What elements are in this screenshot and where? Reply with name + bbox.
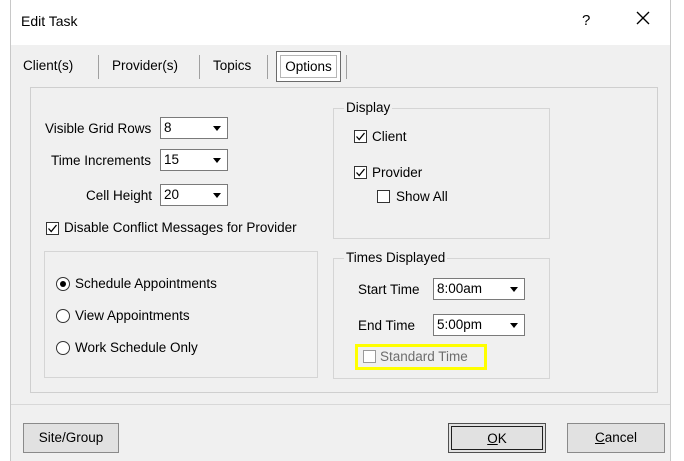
- end-time-value: 5:00pm: [437, 317, 483, 332]
- cell-height-select[interactable]: 20: [160, 184, 228, 206]
- ok-label-rest: K: [497, 431, 507, 446]
- chevron-down-icon: [213, 193, 221, 198]
- visible-grid-rows-value: 8: [164, 120, 172, 135]
- display-client-label: Client: [372, 129, 407, 144]
- radio-work-schedule-only-label: Work Schedule Only: [75, 340, 198, 355]
- disable-conflict-checkbox[interactable]: [46, 222, 59, 235]
- close-button[interactable]: [636, 11, 650, 25]
- radio-view-appointments-label: View Appointments: [75, 308, 190, 323]
- show-all-label: Show All: [396, 189, 448, 204]
- end-time-select[interactable]: 5:00pm: [433, 314, 525, 336]
- help-button[interactable]: ?: [582, 12, 590, 29]
- chevron-down-icon: [213, 158, 221, 163]
- tab-separator: [346, 55, 347, 79]
- display-provider-checkbox[interactable]: [354, 166, 367, 179]
- window-right-border: [670, 0, 671, 461]
- radio-schedule-appointments-label: Schedule Appointments: [75, 276, 217, 291]
- visible-grid-rows-select[interactable]: 8: [160, 117, 228, 139]
- close-icon: [636, 11, 650, 25]
- cancel-label-rest: ancel: [604, 430, 638, 445]
- tab-clients[interactable]: Client(s): [23, 51, 73, 81]
- window-title: Edit Task: [21, 13, 78, 29]
- cell-height-value: 20: [164, 187, 180, 202]
- chevron-down-icon: [213, 126, 221, 131]
- time-increments-value: 15: [164, 152, 180, 167]
- start-time-value: 8:00am: [437, 281, 483, 296]
- ok-button-label: OK: [451, 426, 543, 450]
- ok-button[interactable]: OK: [448, 423, 546, 453]
- bottom-divider: [11, 404, 670, 405]
- visible-grid-rows-label: Visible Grid Rows: [45, 121, 152, 136]
- site-group-button[interactable]: Site/Group: [23, 423, 119, 453]
- display-legend: Display: [344, 100, 393, 115]
- cancel-accelerator: C: [594, 430, 605, 445]
- time-increments-label: Time Increments: [51, 153, 152, 168]
- tab-separator: [199, 55, 200, 79]
- checkmark-icon: [356, 168, 366, 177]
- cancel-button[interactable]: Cancel: [567, 423, 665, 453]
- tab-topics[interactable]: Topics: [213, 51, 251, 81]
- title-bar: [11, 0, 670, 44]
- standard-time-checkbox[interactable]: [363, 350, 376, 363]
- display-provider-label: Provider: [372, 165, 423, 180]
- checkmark-icon: [48, 224, 58, 233]
- times-displayed-legend: Times Displayed: [344, 250, 448, 265]
- end-time-label: End Time: [358, 318, 416, 333]
- tab-options-label: Options: [280, 55, 337, 78]
- start-time-label: Start Time: [358, 282, 420, 297]
- chevron-down-icon: [510, 287, 518, 292]
- radio-schedule-appointments[interactable]: [56, 277, 70, 291]
- display-client-checkbox[interactable]: [354, 130, 367, 143]
- tab-separator: [98, 55, 99, 79]
- tab-separator: [267, 55, 268, 79]
- start-time-select[interactable]: 8:00am: [433, 278, 525, 300]
- ok-accelerator: O: [487, 431, 498, 446]
- standard-time-label: Standard Time: [380, 349, 468, 364]
- chevron-down-icon: [510, 323, 518, 328]
- checkmark-icon: [356, 132, 366, 141]
- cell-height-label: Cell Height: [86, 188, 153, 203]
- radio-view-appointments[interactable]: [56, 309, 70, 323]
- radio-work-schedule-only[interactable]: [56, 341, 70, 355]
- radio-selected-dot: [60, 281, 66, 287]
- time-increments-select[interactable]: 15: [160, 149, 228, 171]
- disable-conflict-label: Disable Conflict Messages for Provider: [64, 220, 297, 235]
- tab-options[interactable]: Options: [276, 51, 341, 82]
- tab-providers[interactable]: Provider(s): [112, 51, 178, 81]
- show-all-checkbox[interactable]: [377, 190, 390, 203]
